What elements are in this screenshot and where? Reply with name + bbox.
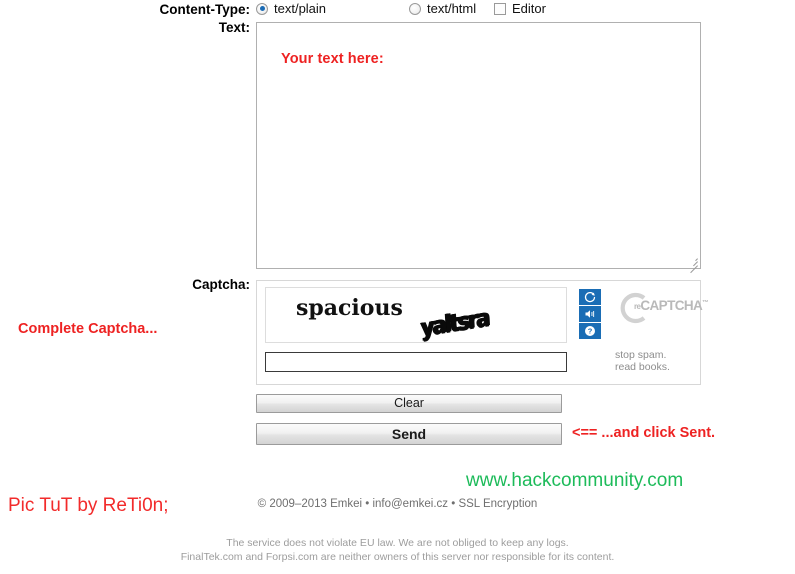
- clear-button[interactable]: Clear: [256, 394, 562, 413]
- audio-icon[interactable]: [579, 306, 601, 322]
- annotation-complete-captcha: Complete Captcha...: [18, 321, 158, 337]
- footer-copyright: © 2009–2013 Emkei • info@emkei.cz • SSL …: [257, 498, 538, 510]
- refresh-icon[interactable]: [579, 289, 601, 305]
- message-textarea[interactable]: Your text here:: [256, 22, 701, 274]
- text-label: Text:: [218, 20, 250, 35]
- recaptcha-logo: reCAPTCHA™: [612, 291, 709, 325]
- captcha-input[interactable]: [265, 352, 567, 372]
- radio-text-plain-dot[interactable]: [256, 2, 268, 15]
- svg-text:?: ?: [588, 327, 593, 336]
- radio-text-plain-label: text/plain: [274, 1, 327, 16]
- content-type-options: text/plain text/html Editor: [256, 0, 576, 18]
- radio-text-html[interactable]: text/html: [409, 1, 476, 16]
- checkbox-editor-label: Editor: [512, 1, 546, 16]
- help-icon[interactable]: ?: [579, 323, 601, 339]
- recaptcha-logo-tm: ™: [702, 299, 709, 307]
- recaptcha-logo-main: CAPTCHA: [640, 298, 703, 313]
- checkbox-editor[interactable]: Editor: [494, 1, 546, 16]
- mailer-form-page: Content-Type: text/plain text/html Edito…: [0, 0, 795, 574]
- footer-disclaimer-line2: FinalTek.com and Forpsi.com are neither …: [180, 551, 615, 563]
- checkbox-editor-box[interactable]: [494, 2, 506, 15]
- annotation-click-send: <== ...and click Sent.: [572, 425, 716, 441]
- recaptcha-tagline-line2: read books.: [615, 361, 670, 373]
- content-type-label: Content-Type:: [159, 2, 251, 17]
- footer-disclaimer: The service does not violate EU law. We …: [0, 536, 795, 564]
- textarea-resize-handle[interactable]: [687, 255, 699, 274]
- message-textarea-value: Your text here:: [281, 51, 384, 67]
- radio-text-html-label: text/html: [427, 1, 477, 16]
- recaptcha-tagline: stop spam. read books.: [615, 349, 670, 373]
- recaptcha-widget: spacious yaltsra ? reCAPTCHA™ stop spam.…: [256, 280, 709, 385]
- captcha-word-second: yaltsra: [420, 303, 489, 342]
- captcha-word-first: spacious: [296, 295, 403, 321]
- annotation-site-url: www.hackcommunity.com: [466, 470, 684, 491]
- captcha-image: spacious yaltsra: [265, 287, 567, 343]
- recaptcha-tagline-line1: stop spam.: [615, 349, 667, 361]
- radio-text-html-dot[interactable]: [409, 2, 421, 15]
- recaptcha-logo-text: reCAPTCHA™: [634, 298, 709, 313]
- footer-disclaimer-line1: The service does not violate EU law. We …: [226, 537, 569, 549]
- recaptcha-controls: ?: [579, 289, 601, 340]
- send-button[interactable]: Send: [256, 423, 562, 445]
- radio-text-plain[interactable]: text/plain: [256, 1, 326, 16]
- captcha-label: Captcha:: [192, 277, 250, 292]
